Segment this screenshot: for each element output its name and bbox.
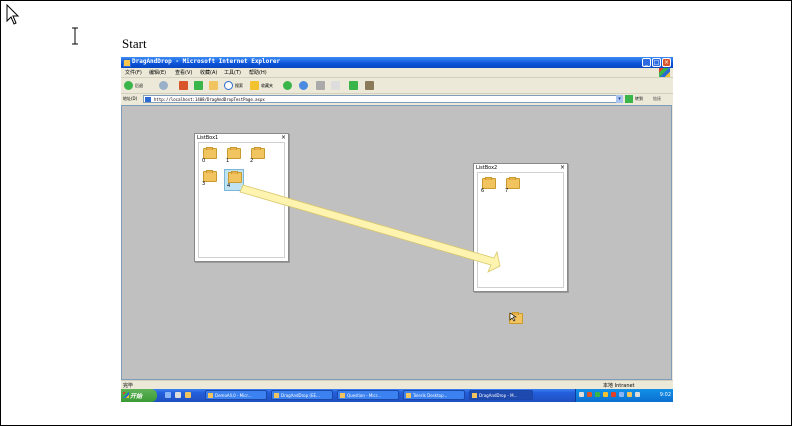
back-label[interactable]: 后退 [135, 83, 143, 89]
tray-icon[interactable] [635, 392, 640, 397]
toolbar: 后退 搜索 收藏夹 [121, 78, 673, 94]
taskbar-item[interactable]: DragAndDrop (EE... [271, 390, 333, 400]
mail-icon[interactable] [299, 81, 308, 90]
taskbar-item-active[interactable]: DragAndDrop - M... [469, 390, 533, 400]
taskbar: 开始 DemoAll.0 - Micr... DragAndDrop (EE..… [121, 389, 673, 402]
maximize-button[interactable]: □ [652, 58, 661, 67]
address-input[interactable]: http://localhost:1408/DragAndDropTestPag… [143, 95, 623, 103]
taskbar-item-label: Telerik Desktop... [413, 393, 448, 398]
search-icon[interactable] [224, 81, 233, 90]
tray-icon[interactable] [595, 392, 600, 397]
app-icon [208, 393, 213, 398]
page-content: ListBox1 × 0 1 2 3 4 ListBox2 × 6 7 [121, 105, 672, 380]
quicklaunch-ie-icon[interactable] [165, 392, 171, 398]
favorites-star-icon[interactable] [250, 81, 259, 90]
hand-cursor-icon [509, 312, 517, 322]
address-bar: 地址(D) http://localhost:1408/DragAndDropT… [121, 94, 673, 104]
start-button[interactable]: 开始 [121, 389, 157, 402]
mouse-pointer-icon [6, 4, 20, 25]
app-icon [274, 393, 279, 398]
tray-icon[interactable] [579, 392, 584, 397]
taskbar-item-label: DragAndDrop - M... [479, 393, 518, 398]
menu-edit[interactable]: 编辑(E) [149, 69, 166, 76]
stop-icon[interactable] [179, 81, 188, 90]
tray-icon[interactable] [619, 392, 624, 397]
taskbar-item-label: DemoAll.0 - Micr... [215, 393, 252, 398]
research-icon[interactable] [365, 81, 374, 90]
forward-icon[interactable] [159, 81, 168, 90]
taskbar-item[interactable]: Telerik Desktop... [403, 390, 465, 400]
text-cursor-icon [72, 27, 78, 45]
menu-tools[interactable]: 工具(T) [224, 69, 241, 76]
menu-favorites[interactable]: 收藏(A) [200, 69, 217, 76]
quicklaunch-folder-icon[interactable] [185, 392, 191, 398]
drag-arrow-icon [239, 184, 501, 273]
status-text: 完毕 [123, 383, 134, 389]
tray-icon[interactable] [627, 392, 632, 397]
close-button[interactable]: × [662, 58, 671, 67]
home-icon[interactable] [209, 81, 218, 90]
start-label: 开始 [130, 393, 143, 400]
menu-view[interactable]: 查看(V) [175, 69, 192, 76]
minimize-button[interactable]: _ [642, 58, 651, 67]
tray-icon[interactable] [611, 392, 616, 397]
messenger-icon[interactable] [349, 81, 358, 90]
windows-flag-icon [123, 392, 129, 398]
windows-logo-icon [659, 68, 670, 77]
address-label: 地址(D) [123, 96, 138, 101]
history-icon[interactable] [283, 81, 292, 90]
menu-help[interactable]: 帮助(H) [249, 69, 267, 76]
address-value: http://localhost:1408/DragAndDropTestPag… [154, 97, 265, 102]
page-heading: Start [122, 36, 147, 51]
app-icon [472, 393, 477, 398]
title-bar[interactable]: DragAndDrop - Microsoft Internet Explore… [121, 57, 673, 68]
taskbar-item-label: DragAndDrop (EE... [281, 393, 320, 398]
edit-icon[interactable] [331, 81, 340, 90]
status-zone: 本地 Intranet [603, 383, 635, 389]
tray-icon[interactable] [603, 392, 608, 397]
menu-file[interactable]: 文件(F) [125, 69, 142, 76]
ie-icon [123, 59, 131, 67]
go-arrow-icon[interactable] [625, 95, 633, 103]
print-icon[interactable] [316, 81, 325, 90]
search-label[interactable]: 搜索 [235, 83, 243, 89]
back-icon[interactable] [124, 81, 133, 90]
links-button[interactable]: 链接 [653, 96, 661, 102]
tray-icon[interactable] [587, 392, 592, 397]
app-icon [340, 393, 345, 398]
favorites-label[interactable]: 收藏夹 [261, 83, 273, 89]
address-dropdown-icon[interactable]: ▾ [616, 95, 623, 103]
page-icon [145, 97, 151, 102]
window-title: DragAndDrop - Microsoft Internet Explore… [132, 58, 281, 65]
app-icon [406, 393, 411, 398]
taskbar-item-label: Question - Micr... [347, 393, 381, 398]
taskbar-item[interactable]: Question - Micr... [337, 390, 399, 400]
clock: 9:02 [659, 392, 671, 398]
taskbar-item[interactable]: DemoAll.0 - Micr... [205, 390, 267, 400]
menu-bar: 文件(F) 编辑(E) 查看(V) 收藏(A) 工具(T) 帮助(H) [121, 68, 673, 78]
quicklaunch-desktop-icon[interactable] [175, 392, 181, 398]
system-tray: 9:02 [575, 389, 673, 402]
browser-window: DragAndDrop - Microsoft Internet Explore… [121, 57, 673, 402]
refresh-icon[interactable] [194, 81, 203, 90]
go-button[interactable]: 转到 [635, 96, 643, 102]
